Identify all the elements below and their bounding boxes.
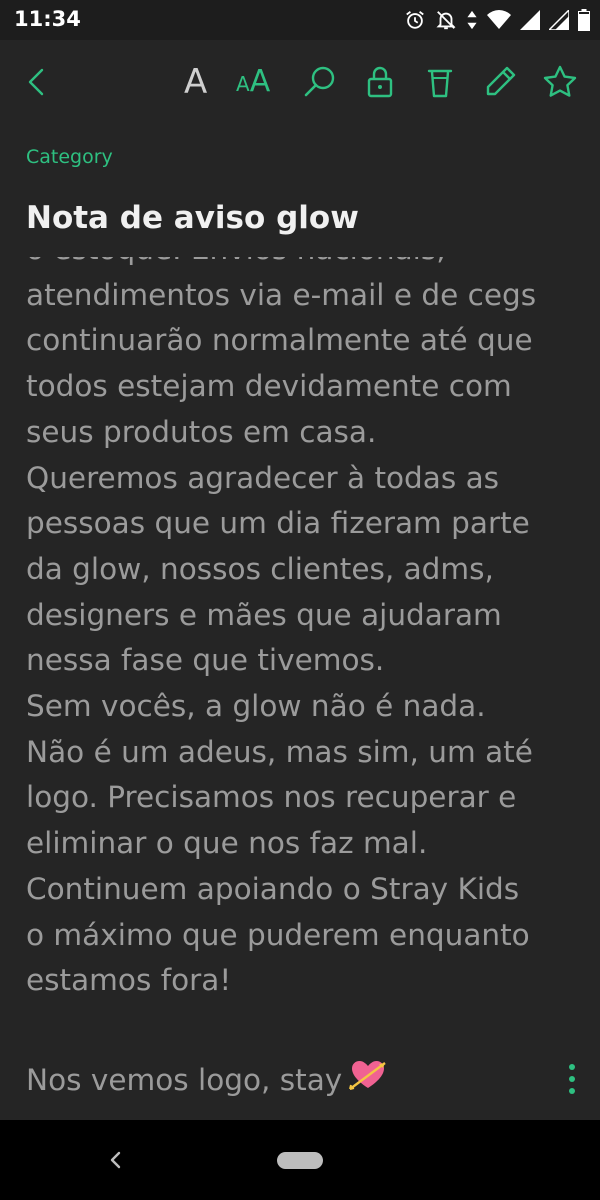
note-line: Continuem apoiando o Stray Kids — [26, 871, 520, 906]
note-line: Queremos agradecer à todas as — [26, 460, 500, 495]
note-line: o máximo que puderem enquanto — [26, 917, 530, 952]
note-line: pessoas que um dia fizeram parte — [26, 506, 530, 541]
signal-icon — [520, 10, 540, 30]
note-line: atendimentos via e-mail e de cegs — [26, 277, 537, 312]
wifi-icon — [487, 10, 511, 30]
nav-home-button[interactable] — [277, 1152, 323, 1169]
note-last-line: Nos vemos logo, stay — [26, 1058, 388, 1105]
data-arrows-icon — [466, 9, 478, 31]
status-bar: 11:34 — [0, 0, 600, 40]
navigation-bar — [0, 1120, 600, 1200]
note-line: da glow, nossos clientes, adms, — [26, 551, 494, 586]
status-icons — [404, 8, 590, 32]
heart-with-arrow-icon — [348, 1058, 388, 1105]
status-time: 11:34 — [14, 7, 81, 31]
search-icon — [304, 66, 335, 97]
toolbar: A AA — [0, 50, 600, 114]
lock-button[interactable] — [360, 62, 400, 102]
star-icon — [543, 65, 577, 97]
search-button[interactable] — [300, 62, 340, 102]
note-line: Não é um adeus, mas sim, um até — [26, 734, 533, 769]
nav-back-button[interactable] — [104, 1148, 128, 1176]
note-line: eliminar o que nos faz mal. — [26, 826, 428, 861]
note-title: Nota de aviso glow — [26, 200, 359, 236]
more-vertical-icon — [569, 1064, 575, 1094]
back-button[interactable] — [16, 62, 56, 102]
notifications-off-icon — [435, 9, 457, 31]
note-line: continuarão normalmente até que — [26, 323, 533, 358]
back-icon — [28, 68, 44, 96]
note-line: todos estejam devidamente com — [26, 369, 512, 404]
trash-icon — [427, 69, 453, 98]
note-line: seus produtos em casa. — [26, 414, 377, 449]
note-line: o estoque. Envios nacionais, — [26, 257, 586, 273]
note-line: designers e mães que ajudaram — [26, 597, 502, 632]
favorite-button[interactable] — [540, 62, 580, 102]
note-body-text: o estoque. Envios nacionais, atendimentos… — [26, 257, 586, 1004]
font-aa-big: A — [249, 64, 271, 99]
note-line: nessa fase que tivemos. — [26, 643, 385, 678]
font-size-button[interactable]: A — [184, 62, 207, 102]
font-aa-small: A — [236, 72, 250, 96]
more-options-button[interactable] — [566, 1062, 578, 1096]
nav-back-icon — [110, 1151, 121, 1169]
font-size-scale-button[interactable]: AA — [236, 62, 270, 102]
edit-button[interactable] — [480, 62, 520, 102]
lock-icon — [367, 66, 393, 98]
alarm-icon — [404, 9, 426, 31]
note-last-line-text: Nos vemos logo, stay — [26, 1063, 343, 1097]
note-category[interactable]: Category — [26, 146, 113, 168]
note-body[interactable]: o estoque. Envios nacionais, atendimentos… — [0, 257, 600, 1017]
delete-button[interactable] — [420, 62, 460, 102]
signal-icon — [549, 10, 569, 30]
battery-icon — [578, 9, 590, 31]
edit-icon — [486, 66, 516, 96]
note-line: estamos fora! — [26, 963, 232, 998]
note-line: Sem vocês, a glow não é nada. — [26, 689, 486, 724]
note-line: logo. Precisamos nos recuperar e — [26, 780, 517, 815]
